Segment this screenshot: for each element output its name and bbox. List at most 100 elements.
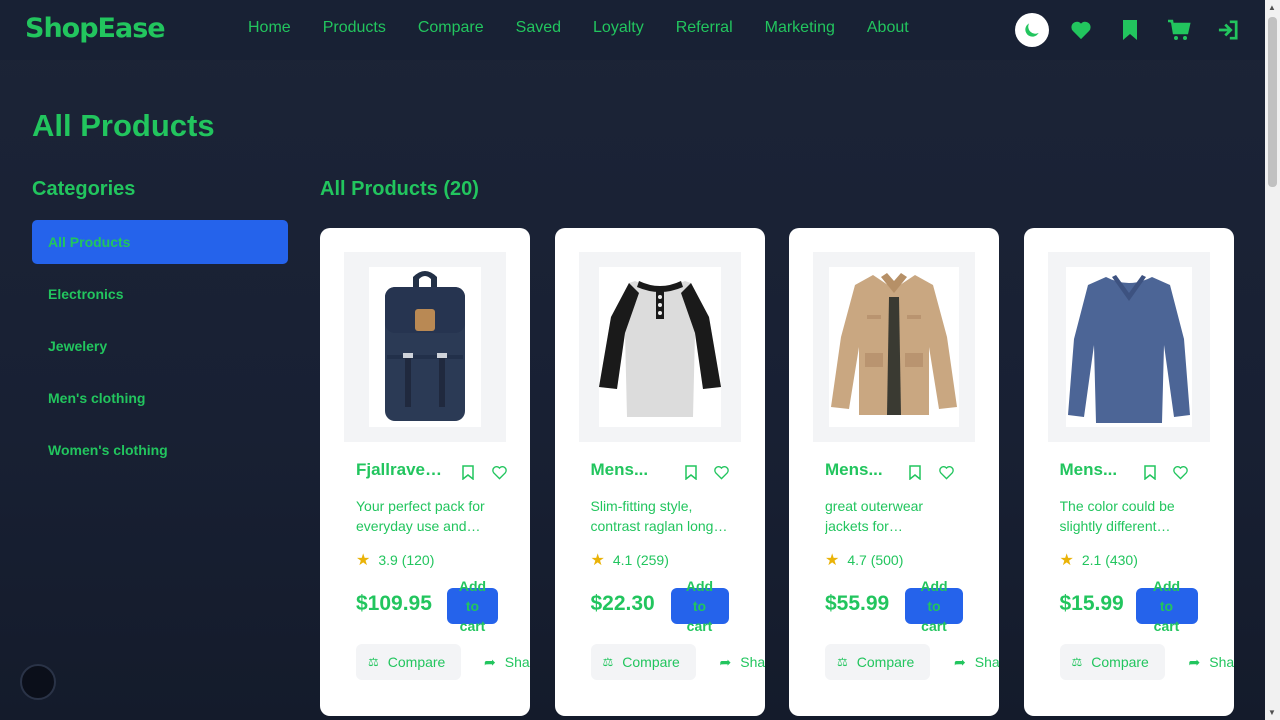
navbar: ShopEase Home Products Compare Saved Loy… <box>0 0 1265 60</box>
scale-icon: ⚖ <box>368 655 379 669</box>
product-image[interactable] <box>344 252 506 442</box>
product-card[interactable]: Mens... great outerwear jackets for Spri… <box>789 228 999 716</box>
add-to-cart-button[interactable]: Add to cart <box>905 578 963 634</box>
nav-link-about[interactable]: About <box>867 19 909 37</box>
product-rating: ★ 4.7 (500) <box>825 550 903 570</box>
share-icon: ➦ <box>1188 653 1201 670</box>
logo[interactable]: ShopEase <box>25 13 166 44</box>
share-button[interactable]: ➦ Share <box>954 644 999 680</box>
nav-links: Home Products Compare Saved Loyalty Refe… <box>248 19 941 37</box>
nav-link-marketing[interactable]: Marketing <box>765 19 835 37</box>
compare-button[interactable]: ⚖ Compare <box>1059 644 1165 680</box>
product-price: $15.99 <box>1059 592 1124 615</box>
save-product-button[interactable] <box>905 462 925 482</box>
long-sleeve-shirt-image <box>1067 275 1190 423</box>
category-item-mens-clothing[interactable]: Men's clothing <box>32 376 288 420</box>
save-product-button[interactable] <box>681 462 701 482</box>
favorite-product-button[interactable] <box>1171 462 1191 482</box>
product-description: The color could be slightly different be… <box>1059 498 1175 534</box>
product-description: Slim-fitting style, contrast raglan long… <box>590 498 714 534</box>
product-card[interactable]: Fjallraven... Your perfect pack for ever… <box>320 228 530 716</box>
moon-icon <box>1025 23 1039 37</box>
rating-value: 4.1 (259) <box>612 552 669 568</box>
product-title[interactable]: Mens... <box>1060 460 1152 480</box>
share-button[interactable]: ➦ Share <box>720 644 765 680</box>
wishlist-button[interactable] <box>1066 13 1096 47</box>
product-image[interactable] <box>1047 252 1210 442</box>
category-item-jewelery[interactable]: Jewelery <box>32 324 288 368</box>
bookmark-icon <box>1143 464 1156 480</box>
compare-button[interactable]: ⚖ Compare <box>590 644 696 680</box>
heart-outline-icon <box>491 465 507 480</box>
share-button[interactable]: ➦ Share <box>484 644 530 680</box>
category-item-all-products[interactable]: All Products <box>32 220 288 264</box>
product-card[interactable]: Mens... Slim-fitting style, contrast rag… <box>554 228 765 716</box>
share-icon: ➦ <box>484 653 496 670</box>
product-title[interactable]: Mens... <box>591 460 683 480</box>
backpack-image <box>385 271 465 421</box>
add-to-cart-button[interactable]: Add to cart <box>447 578 498 634</box>
page-title: All Products <box>32 108 215 143</box>
saved-button[interactable] <box>1115 13 1145 47</box>
product-rating: ★ 2.1 (430) <box>1060 550 1138 570</box>
rating-value: 4.7 (500) <box>847 552 904 568</box>
scale-icon: ⚖ <box>1071 655 1083 669</box>
product-image[interactable] <box>578 252 741 442</box>
category-item-electronics[interactable]: Electronics <box>32 272 288 316</box>
scale-icon: ⚖ <box>837 655 848 669</box>
cart-button[interactable] <box>1164 13 1194 47</box>
category-item-womens-clothing[interactable]: Women's clothing <box>32 428 288 472</box>
nav-icons <box>1015 13 1262 47</box>
compare-button[interactable]: ⚖ Compare <box>825 644 930 680</box>
product-image[interactable] <box>813 252 975 442</box>
nav-link-products[interactable]: Products <box>323 19 386 37</box>
product-card[interactable]: Mens... The color could be slightly diff… <box>1023 228 1234 716</box>
star-icon: ★ <box>590 552 605 569</box>
add-to-cart-button[interactable]: Add to cart <box>670 578 729 634</box>
product-rating: ★ 4.1 (259) <box>591 550 669 570</box>
product-title[interactable]: Mens... <box>825 460 917 480</box>
scroll-up-arrow-icon[interactable]: ▲ <box>1268 3 1276 12</box>
product-price: $55.99 <box>825 592 890 615</box>
product-title[interactable]: Fjallraven... <box>356 460 448 480</box>
star-icon: ★ <box>825 552 840 569</box>
scrollbar-thumb[interactable] <box>1268 17 1277 187</box>
product-price: $109.95 <box>356 592 432 615</box>
nav-link-home[interactable]: Home <box>248 19 291 37</box>
add-to-cart-button[interactable]: Add to cart <box>1135 578 1198 634</box>
heart-icon <box>1071 21 1091 40</box>
heart-outline-icon <box>938 465 954 480</box>
share-icon: ➦ <box>954 653 966 670</box>
rating-value: 3.9 (120) <box>378 552 435 568</box>
nav-link-referral[interactable]: Referral <box>676 19 733 37</box>
bookmark-icon <box>1123 20 1137 40</box>
heart-outline-icon <box>1173 465 1188 480</box>
favorite-product-button[interactable] <box>489 462 509 482</box>
favorite-product-button[interactable] <box>936 462 956 482</box>
nav-link-saved[interactable]: Saved <box>516 19 561 37</box>
scroll-down-arrow-icon[interactable]: ▼ <box>1268 708 1276 717</box>
favorite-product-button[interactable] <box>712 462 732 482</box>
product-grid: Fjallraven... Your perfect pack for ever… <box>320 228 1258 716</box>
page-scrollbar[interactable]: ▲ ▼ <box>1265 0 1280 720</box>
nav-link-loyalty[interactable]: Loyalty <box>593 19 644 37</box>
nav-link-compare[interactable]: Compare <box>418 19 484 37</box>
save-product-button[interactable] <box>1140 462 1160 482</box>
share-button[interactable]: ➦ Share <box>1189 644 1234 680</box>
save-product-button[interactable] <box>458 462 478 482</box>
sign-in-button[interactable] <box>1213 13 1243 47</box>
floating-action-button[interactable] <box>20 664 56 700</box>
theme-toggle-button[interactable] <box>1015 13 1049 47</box>
rating-value: 2.1 (430) <box>1081 552 1138 568</box>
product-price: $22.30 <box>590 592 655 615</box>
products-heading: All Products (20) <box>320 178 479 200</box>
raglan-tshirt-image <box>598 281 721 417</box>
bookmark-icon <box>909 464 921 480</box>
compare-button[interactable]: ⚖ Compare <box>356 644 461 680</box>
heart-outline-icon <box>714 465 729 480</box>
sign-in-icon <box>1218 20 1238 40</box>
star-icon: ★ <box>1059 552 1074 569</box>
jacket-image <box>831 273 957 415</box>
product-description: great outerwear jackets for Spring/Autum… <box>825 498 924 534</box>
share-icon: ➦ <box>719 653 732 670</box>
